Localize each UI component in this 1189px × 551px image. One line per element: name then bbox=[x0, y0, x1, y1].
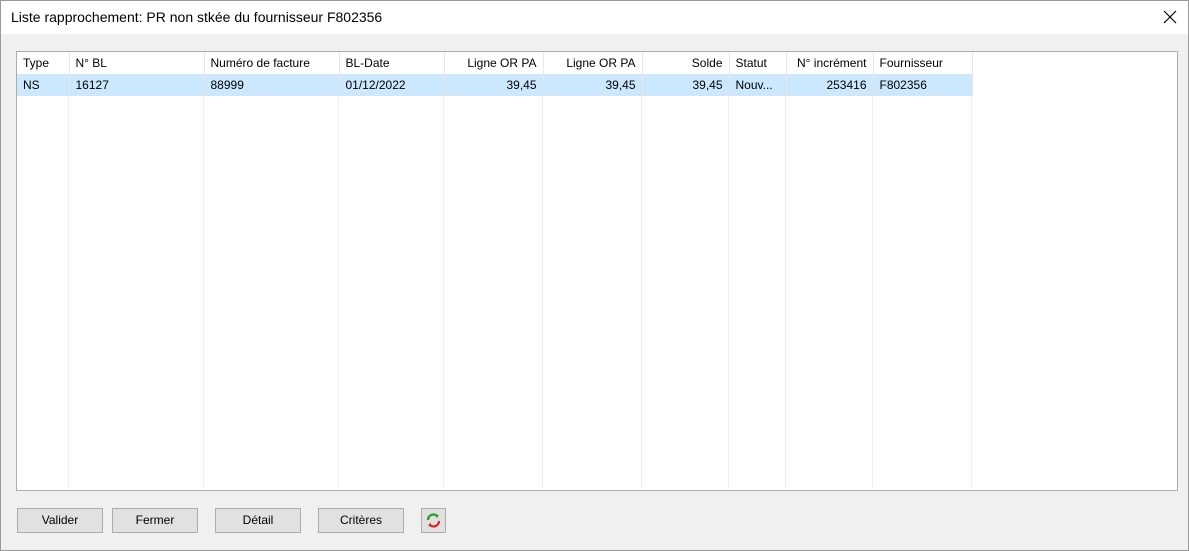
column-divider bbox=[443, 96, 444, 488]
col-header-bl-number[interactable]: N° BL bbox=[69, 52, 205, 74]
col-header-bl-date[interactable]: BL-Date bbox=[339, 52, 445, 74]
col-header-increment[interactable]: N° incrément bbox=[786, 52, 874, 74]
close-button[interactable] bbox=[1154, 1, 1184, 33]
col-header-type[interactable]: Type bbox=[17, 52, 70, 74]
window-title: Liste rapprochement: PR non stkée du fou… bbox=[11, 9, 383, 25]
column-divider bbox=[728, 96, 729, 488]
cell-invoice-number: 88999 bbox=[204, 74, 340, 96]
col-header-balance[interactable]: Solde bbox=[642, 52, 730, 74]
table-row[interactable]: NS 16127 88999 01/12/2022 39,45 39,45 39… bbox=[17, 74, 973, 96]
close-dialog-button[interactable]: Fermer bbox=[112, 508, 198, 533]
column-divider bbox=[641, 96, 642, 488]
cell-bl-date: 01/12/2022 bbox=[339, 74, 445, 96]
validate-button[interactable]: Valider bbox=[17, 508, 103, 533]
criteria-button[interactable]: Critères bbox=[318, 508, 404, 533]
results-table: Type N° BL Numéro de facture BL-Date Lig… bbox=[17, 52, 973, 96]
column-divider bbox=[203, 96, 204, 488]
cell-bl-number: 16127 bbox=[69, 74, 205, 96]
close-icon bbox=[1163, 10, 1177, 24]
cell-status: Nouv... bbox=[729, 74, 787, 96]
refresh-button[interactable] bbox=[421, 508, 446, 533]
col-header-invoice-number[interactable]: Numéro de facture bbox=[204, 52, 340, 74]
cell-balance: 39,45 bbox=[642, 74, 730, 96]
col-header-line-or-pa-1[interactable]: Ligne OR PA bbox=[444, 52, 544, 74]
col-header-line-or-pa-2[interactable]: Ligne OR PA bbox=[543, 52, 643, 74]
column-divider bbox=[68, 96, 69, 488]
column-divider bbox=[542, 96, 543, 488]
cell-supplier: F802356 bbox=[873, 74, 973, 96]
title-bar[interactable]: Liste rapprochement: PR non stkée du fou… bbox=[1, 1, 1188, 34]
cell-line-or-pa-2: 39,45 bbox=[543, 74, 643, 96]
column-divider bbox=[785, 96, 786, 488]
detail-button[interactable]: Détail bbox=[215, 508, 301, 533]
col-header-status[interactable]: Statut bbox=[729, 52, 787, 74]
cell-line-or-pa-1: 39,45 bbox=[444, 74, 544, 96]
column-divider bbox=[971, 96, 972, 488]
cell-type: NS bbox=[17, 74, 70, 96]
column-divider bbox=[338, 96, 339, 488]
dialog-window: Liste rapprochement: PR non stkée du fou… bbox=[0, 0, 1189, 551]
results-grid[interactable]: Type N° BL Numéro de facture BL-Date Lig… bbox=[16, 51, 1178, 491]
cell-increment: 253416 bbox=[786, 74, 874, 96]
header-row: Type N° BL Numéro de facture BL-Date Lig… bbox=[17, 52, 973, 74]
column-divider bbox=[872, 96, 873, 488]
col-header-supplier[interactable]: Fournisseur bbox=[873, 52, 973, 74]
refresh-icon bbox=[426, 513, 441, 528]
